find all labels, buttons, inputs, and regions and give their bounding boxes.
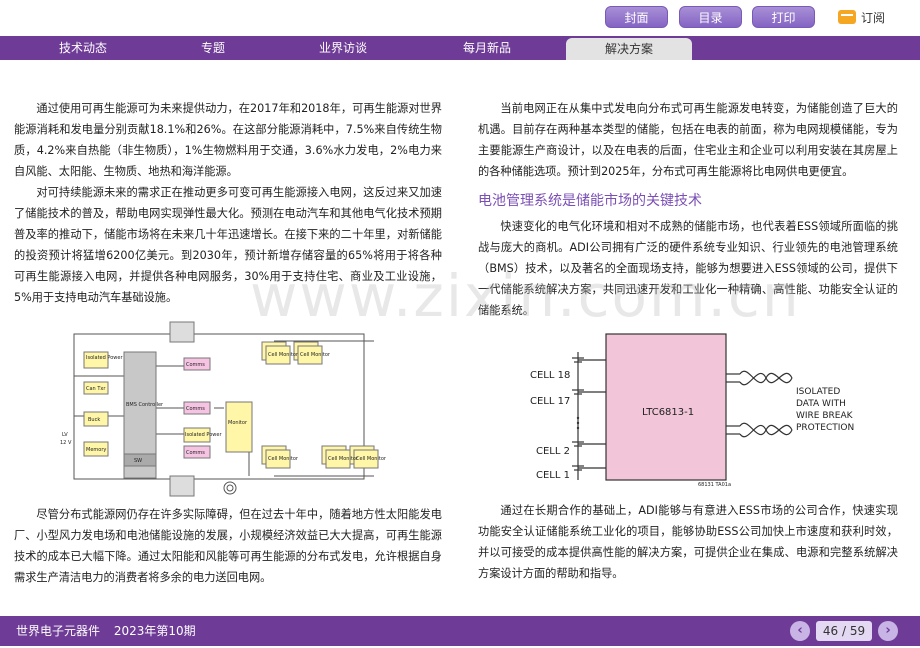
note-line: ISOLATED [796, 387, 840, 397]
bms-block-diagram: Isolated Power Can Txr Buck Memory LV 12… [60, 321, 387, 497]
tab-new-products[interactable]: 每月新品 [424, 36, 550, 60]
diagram-label: BMS Controller [126, 402, 164, 408]
cell-label: CELL 17 [530, 396, 570, 407]
right-bottom-text: 通过在长期合作的基础上，ADI能够与有意进入ESS市场的公司合作，快速实现功能安… [478, 500, 898, 584]
diagram-label: Cell Monitor [356, 456, 387, 462]
next-page-icon[interactable]: › [878, 621, 898, 641]
diagram-label: SW [134, 458, 142, 464]
tab-tech-news[interactable]: 技术动态 [20, 36, 146, 60]
chip-label: LTC6813-1 [642, 407, 694, 418]
diagram-label: Buck [88, 417, 100, 423]
footer-publication: 世界电子元器件 2023年第10期 [16, 616, 196, 646]
diagram-label: Comms [186, 406, 205, 412]
paragraph: 当前电网正在从集中式发电向分布式可再生能源发电转变，为储能创造了巨大的机遇。目前… [478, 102, 898, 178]
left-bottom-text: 尽管分布式能源网仍存在许多实际障碍，但在过去十年中，随着地方性太阳能发电厂、小型… [14, 504, 442, 588]
diagram-label: Cell Monitor [300, 352, 331, 358]
pager: ‹ 46 / 59 › [790, 619, 898, 643]
publication-name: 世界电子元器件 [16, 624, 101, 638]
diagram-label: Isolated Power [185, 432, 222, 438]
paragraph: 尽管分布式能源网仍存在许多实际障碍，但在过去十年中，随着地方性太阳能发电厂、小型… [14, 508, 442, 584]
tab-solutions[interactable]: 解决方案 [566, 38, 692, 60]
cell-label: CELL 1 [536, 470, 570, 481]
ltc6813-diagram: CELL 18 CELL 17 CELL 2 CELL 1 LTC6813-1 … [530, 333, 854, 488]
top-toolbar: 封面 目录 打印 订阅 [0, 0, 920, 36]
diagram-label: Can Txr [86, 386, 106, 392]
diagram-label: 12 V [60, 440, 72, 446]
tab-interviews[interactable]: 业界访谈 [280, 36, 406, 60]
diagram-label: LV [62, 432, 68, 438]
issue-label: 2023年第10期 [113, 624, 196, 638]
paragraph: 通过使用可再生能源可为未来提供动力，在2017年和2018年，可再生能源对世界能… [14, 102, 442, 178]
right-column-text: 当前电网正在从集中式发电向分布式可再生能源发电转变，为储能创造了巨大的机遇。目前… [478, 98, 898, 182]
diagram-label: Comms [186, 450, 205, 456]
diagram-label: Cell Monitor [268, 456, 299, 462]
subscribe-button[interactable]: 订阅 [838, 8, 885, 26]
figure-code: 68131 TA01a [698, 482, 731, 488]
mail-icon [838, 10, 856, 24]
cell-label: CELL 2 [536, 446, 570, 457]
diagram-label: Memory [86, 447, 106, 453]
subscribe-label: 订阅 [861, 10, 886, 25]
watermark: www.zixin.com.cn [250, 262, 801, 330]
paragraph: 通过在长期合作的基础上，ADI能够与有意进入ESS市场的公司合作，快速实现功能安… [478, 504, 898, 580]
diagram-label: Isolated Power [86, 355, 123, 361]
note-line: DATA WITH [796, 399, 846, 409]
cell-label: CELL 18 [530, 370, 570, 381]
tab-special[interactable]: 专题 [150, 36, 276, 60]
diagram-label: Cell Monitor [268, 352, 299, 358]
footer-bar: 世界电子元器件 2023年第10期 ‹ 46 / 59 › [0, 616, 920, 646]
cover-button[interactable]: 封面 [605, 6, 668, 28]
diagram-label: Cell Monitor [328, 456, 359, 462]
toc-button[interactable]: 目录 [679, 6, 742, 28]
prev-page-icon[interactable]: ‹ [790, 621, 810, 641]
page-indicator: 46 / 59 [816, 621, 872, 641]
print-button[interactable]: 打印 [752, 6, 815, 28]
diagram-label: Monitor [228, 420, 248, 426]
diagram-label: Comms [186, 362, 205, 368]
nav-bar: 技术动态 专题 业界访谈 每月新品 解决方案 [0, 36, 920, 60]
section-heading: 电池管理系统是储能市场的关键技术 [478, 193, 702, 209]
note-line: WIRE BREAK [796, 411, 854, 421]
note-line: PROTECTION [796, 423, 854, 433]
